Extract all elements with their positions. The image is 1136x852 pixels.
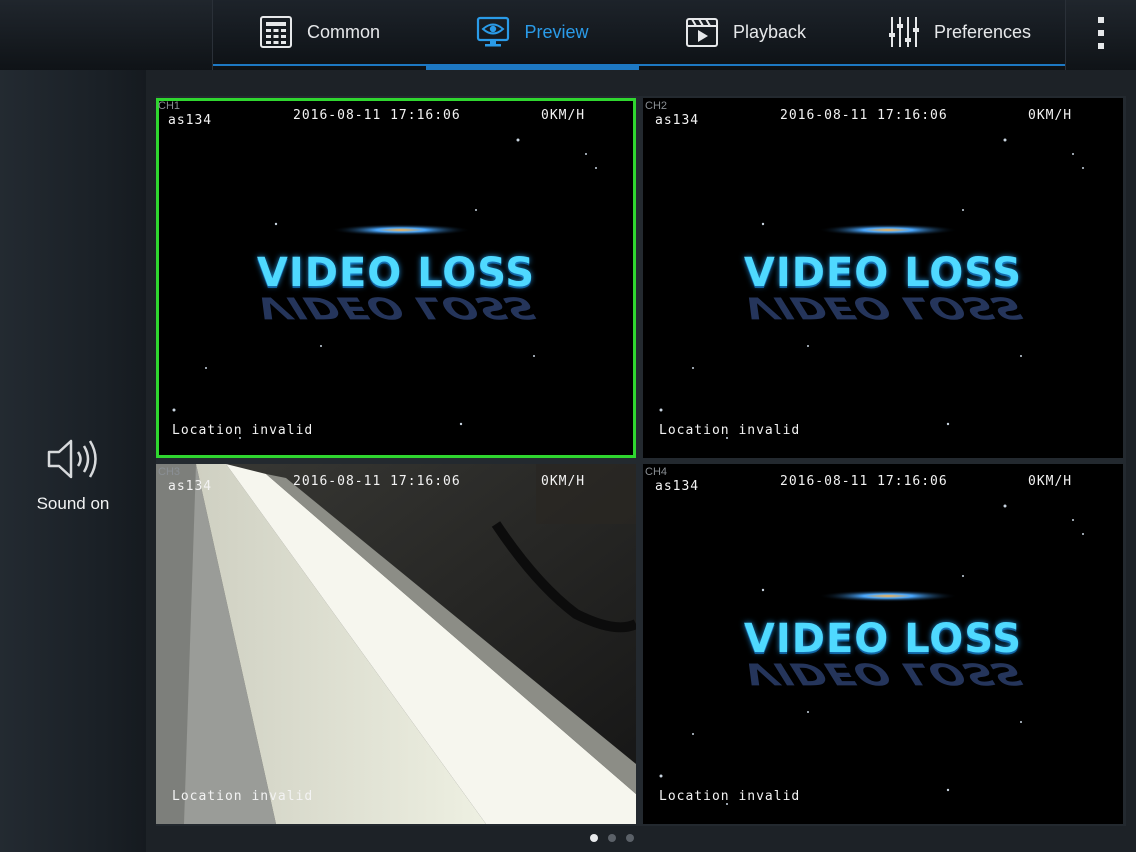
channel-label: CH4 (645, 466, 668, 478)
tab-preview[interactable]: Preview (426, 0, 639, 72)
more-vertical-icon[interactable] (1088, 14, 1114, 52)
speed-readout: 0KM/H (541, 474, 586, 489)
video-grid-area: VIDEO LOSS VIDEO LOSS CH1 as134 2016-08-… (146, 70, 1136, 852)
timestamp: 2016-08-11 17:16:06 (780, 108, 948, 123)
timestamp: 2016-08-11 17:16:06 (293, 474, 461, 489)
channel-tile-ch4[interactable]: VIDEO LOSS VIDEO LOSS CH4 as134 2016-08-… (643, 464, 1123, 824)
location-status: Location invalid (659, 789, 801, 804)
tab-playback-label: Playback (732, 21, 807, 42)
speed-readout: 0KM/H (1028, 474, 1073, 489)
location-status: Location invalid (172, 423, 314, 438)
tab-bar: Common Preview Playback Preferences (213, 0, 1065, 72)
speaker-icon (47, 439, 97, 479)
device-name: as134 (655, 113, 700, 128)
page-dot-2[interactable] (608, 834, 616, 842)
timestamp: 2016-08-11 17:16:06 (780, 474, 948, 489)
video-loss-text: VIDEO LOSS (256, 250, 536, 296)
dvr-preview-app: Common Preview Playback Preferences Soun… (0, 0, 1136, 852)
channel-tile-ch2[interactable]: VIDEO LOSS VIDEO LOSS CH2 as134 2016-08-… (643, 98, 1123, 458)
channel-tile-ch3[interactable]: CH3 as134 2016-08-11 17:16:06 0KM/H Loca… (156, 464, 636, 824)
channel-label: CH3 (158, 466, 181, 478)
channel-label: CH2 (645, 100, 668, 112)
page-dot-3[interactable] (626, 834, 634, 842)
channel-tile-ch1[interactable]: VIDEO LOSS VIDEO LOSS CH1 as134 2016-08-… (156, 98, 636, 458)
sidebar: Sound on (0, 70, 147, 852)
sound-label: Sound on (36, 494, 110, 513)
tab-preview-label: Preview (524, 21, 589, 42)
device-name: as134 (168, 479, 213, 494)
tab-playback[interactable]: Playback (639, 0, 852, 64)
clapperboard-play-icon (685, 18, 718, 47)
channel-label: CH1 (158, 100, 181, 112)
video-loss-text: VIDEO LOSS (743, 616, 1023, 662)
camera-feed-image (156, 464, 636, 824)
top-navigation-bar: Common Preview Playback Preferences (0, 0, 1136, 72)
grid-menu-icon (259, 16, 292, 48)
sound-toggle-button[interactable]: Sound on (20, 436, 126, 526)
tab-preferences[interactable]: Preferences (852, 0, 1065, 64)
device-name: as134 (655, 479, 700, 494)
location-status: Location invalid (659, 423, 801, 438)
page-dot-1[interactable] (590, 834, 598, 842)
speed-readout: 0KM/H (541, 108, 586, 123)
tab-common-label: Common (306, 21, 381, 42)
sliders-icon (888, 17, 919, 47)
timestamp: 2016-08-11 17:16:06 (293, 108, 461, 123)
device-name: as134 (168, 113, 213, 128)
monitor-eye-icon (477, 16, 510, 47)
page-indicator (590, 834, 634, 842)
video-loss-text: VIDEO LOSS (743, 250, 1023, 296)
location-status: Location invalid (172, 789, 314, 804)
tab-common[interactable]: Common (213, 0, 426, 64)
video-grid: VIDEO LOSS VIDEO LOSS CH1 as134 2016-08-… (156, 96, 1126, 826)
top-left-corner (0, 0, 213, 70)
speed-readout: 0KM/H (1028, 108, 1073, 123)
tab-preferences-label: Preferences (933, 21, 1032, 42)
